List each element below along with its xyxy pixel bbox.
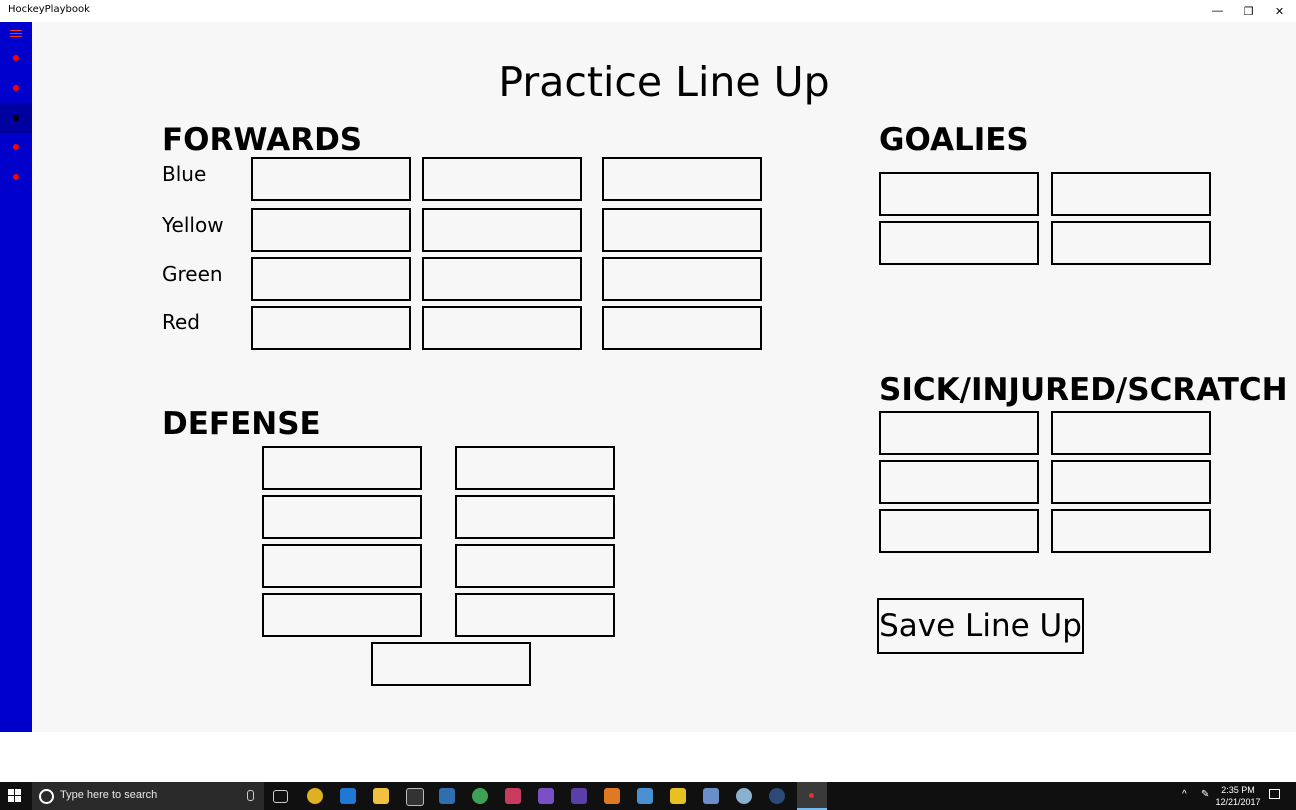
network-app-icon[interactable]: [736, 788, 752, 804]
defense-slot[interactable]: [455, 544, 615, 588]
line-label-yellow: Yellow: [162, 213, 224, 237]
main-content: Practice Line Up FORWARDS Blue Yellow Gr…: [32, 22, 1296, 732]
goalies-heading: GOALIES: [879, 122, 1029, 158]
task-view-icon[interactable]: [273, 790, 288, 803]
minimize-button[interactable]: —: [1202, 0, 1233, 22]
forward-slot[interactable]: [422, 208, 582, 252]
line-label-green: Green: [162, 262, 223, 286]
defense-slot[interactable]: [371, 642, 531, 686]
scratch-slot[interactable]: [1051, 411, 1211, 455]
visual-studio-icon[interactable]: [538, 788, 554, 804]
app-title: HockeyPlaybook: [8, 4, 90, 15]
hockeyplaybook-taskbar-item[interactable]: [797, 782, 827, 810]
sidebar-item-3[interactable]: [0, 103, 32, 133]
taskbar-search[interactable]: Type here to search: [32, 782, 264, 810]
scratch-slot[interactable]: [879, 460, 1039, 504]
line-label-blue: Blue: [162, 162, 207, 186]
scratch-slot[interactable]: [1051, 460, 1211, 504]
sidebar: [0, 22, 32, 732]
page-title: Practice Line Up: [498, 58, 830, 106]
defense-slot[interactable]: [455, 446, 615, 490]
microphone-icon[interactable]: [247, 790, 254, 801]
title-bar: HockeyPlaybook — ❐ ✕: [0, 0, 1296, 22]
defense-slot[interactable]: [455, 593, 615, 637]
clock-time: 2:35 PM: [1221, 785, 1255, 795]
scratch-slot[interactable]: [879, 509, 1039, 553]
steam-icon[interactable]: [769, 788, 785, 804]
hamburger-menu-icon[interactable]: [10, 30, 22, 39]
app-dot-icon: [809, 793, 814, 798]
defense-slot[interactable]: [262, 593, 422, 637]
xamarin-icon[interactable]: [604, 788, 620, 804]
edge-icon[interactable]: [340, 788, 356, 804]
defense-slot[interactable]: [262, 446, 422, 490]
dot-icon: [13, 144, 19, 150]
goalie-slot[interactable]: [879, 172, 1039, 216]
intellij-icon[interactable]: [505, 788, 521, 804]
forward-slot[interactable]: [251, 157, 411, 201]
file-explorer-icon[interactable]: [373, 788, 389, 804]
dot-icon: [13, 85, 19, 91]
save-lineup-button[interactable]: Save Line Up: [877, 598, 1084, 654]
sick-injured-scratch-heading: SICK/INJURED/SCRATCH: [879, 372, 1288, 408]
dot-icon: [13, 55, 19, 61]
forward-slot[interactable]: [602, 306, 762, 350]
defense-heading: DEFENSE: [162, 406, 321, 442]
scratch-slot[interactable]: [1051, 509, 1211, 553]
dot-icon: [13, 174, 19, 180]
forward-slot[interactable]: [602, 257, 762, 301]
pen-icon[interactable]: ✎: [1201, 789, 1209, 800]
clock[interactable]: 2:35 PM 12/21/2017: [1212, 784, 1264, 808]
line-label-red: Red: [162, 310, 200, 334]
forward-slot[interactable]: [602, 157, 762, 201]
goalie-slot[interactable]: [1051, 221, 1211, 265]
defense-slot[interactable]: [455, 495, 615, 539]
clock-date: 12/21/2017: [1215, 797, 1261, 807]
dot-icon: [13, 115, 19, 121]
cortana-icon: [39, 789, 54, 804]
scratch-slot[interactable]: [879, 411, 1039, 455]
maximize-button[interactable]: ❐: [1233, 0, 1264, 22]
sidebar-item-5[interactable]: [0, 162, 32, 192]
search-placeholder: Type here to search: [60, 789, 158, 801]
forward-slot[interactable]: [422, 306, 582, 350]
sidebar-item-1[interactable]: [0, 43, 32, 73]
app-window-icon[interactable]: [439, 788, 455, 804]
chevron-up-icon[interactable]: ^: [1182, 789, 1187, 800]
goalie-slot[interactable]: [879, 221, 1039, 265]
command-prompt-icon[interactable]: [406, 788, 424, 806]
sidebar-item-4[interactable]: [0, 132, 32, 162]
goalie-slot[interactable]: [1051, 172, 1211, 216]
chrome-icon[interactable]: [307, 788, 323, 804]
windows-start-icon[interactable]: [8, 789, 22, 803]
forward-slot[interactable]: [422, 157, 582, 201]
action-center-icon[interactable]: [1269, 789, 1280, 799]
taskbar: Type here to search ^ ✎ 2:35 PM 12/21/20…: [0, 782, 1296, 810]
sidebar-item-2[interactable]: [0, 73, 32, 103]
document-app-icon[interactable]: [703, 788, 719, 804]
mail-icon[interactable]: [637, 788, 653, 804]
android-studio-icon[interactable]: [472, 788, 488, 804]
forwards-heading: FORWARDS: [162, 122, 363, 158]
forward-slot[interactable]: [602, 208, 762, 252]
star-app-icon[interactable]: [670, 788, 686, 804]
defense-slot[interactable]: [262, 495, 422, 539]
defense-slot[interactable]: [262, 544, 422, 588]
visual-studio-alt-icon[interactable]: [571, 788, 587, 804]
forward-slot[interactable]: [251, 257, 411, 301]
forward-slot[interactable]: [422, 257, 582, 301]
forward-slot[interactable]: [251, 208, 411, 252]
forward-slot[interactable]: [251, 306, 411, 350]
close-button[interactable]: ✕: [1264, 0, 1295, 22]
